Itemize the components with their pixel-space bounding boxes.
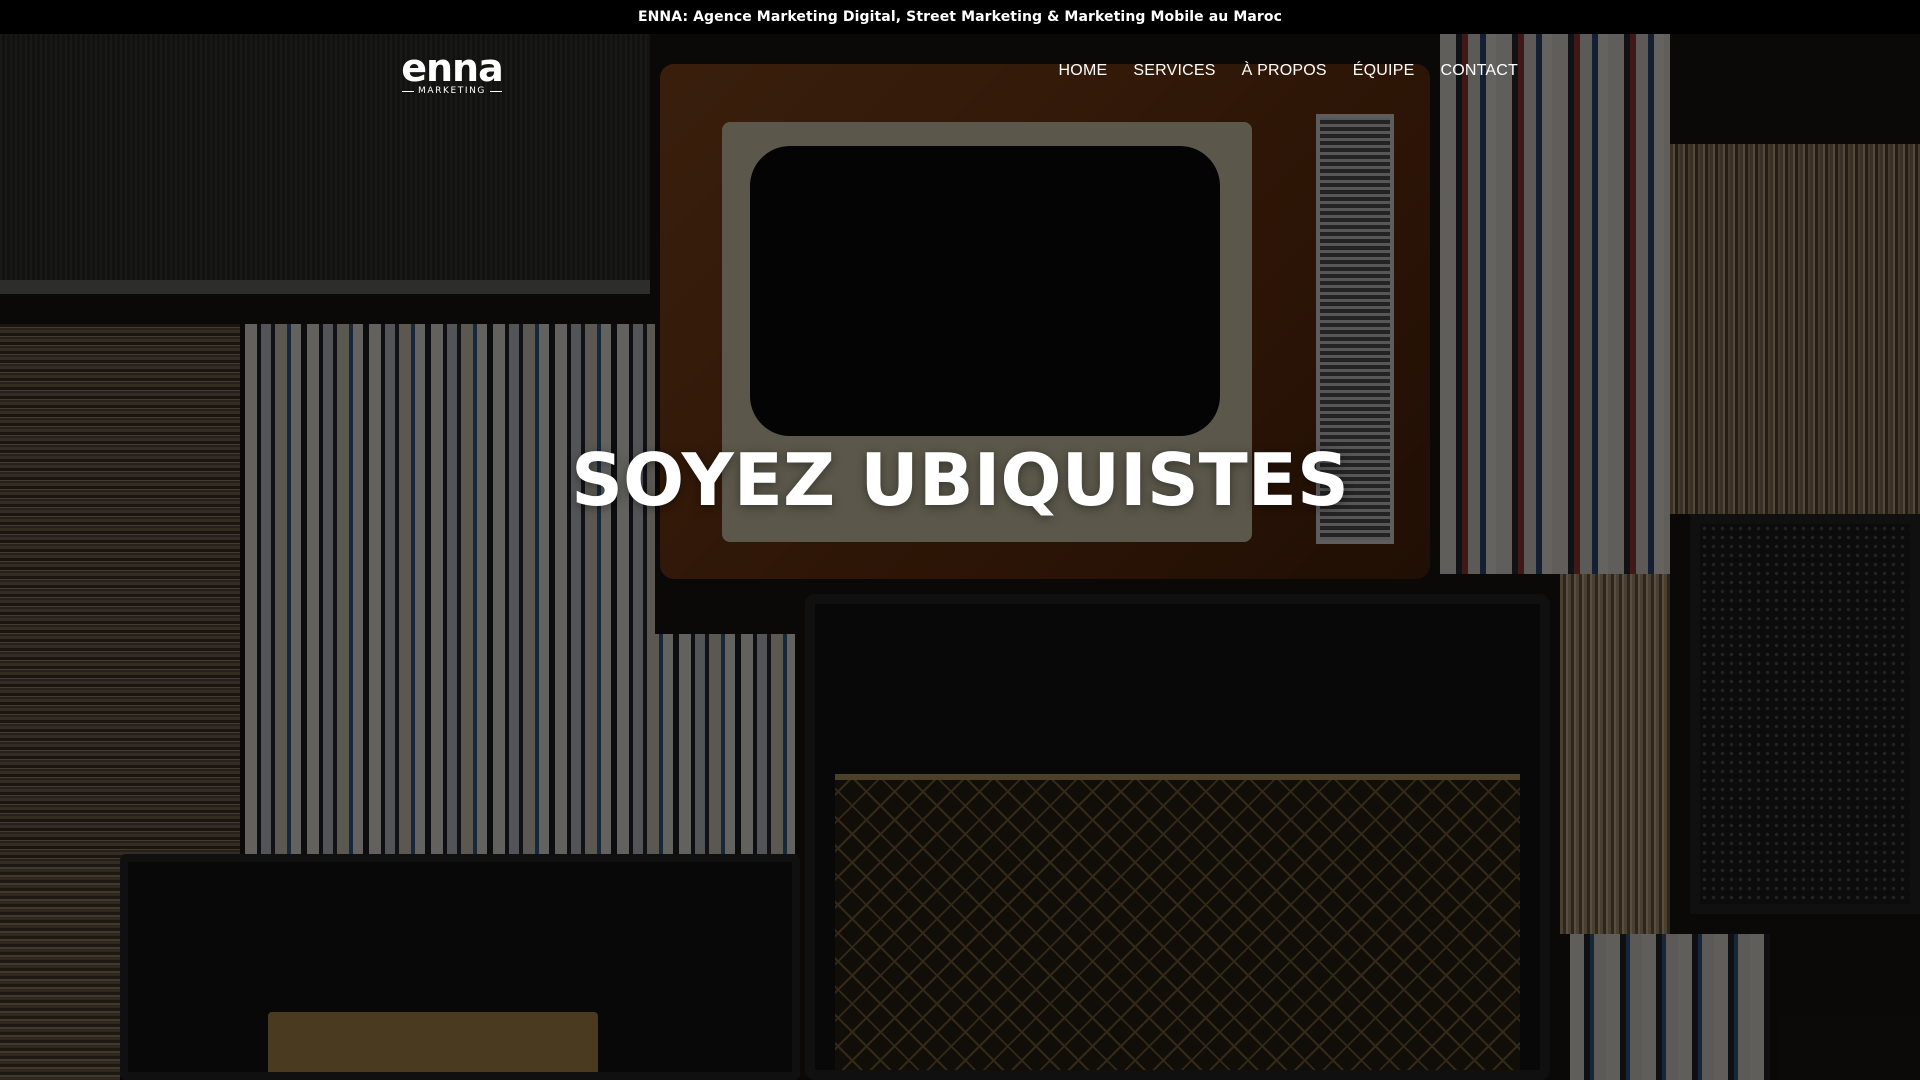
logo-wordmark: enna bbox=[401, 46, 504, 90]
nav-item-services[interactable]: SERVICES bbox=[1133, 62, 1215, 80]
site-header: enna MARKETING HOME SERVICES À PROPOS ÉQ… bbox=[0, 34, 1920, 114]
nav-item-a-propos[interactable]: À PROPOS bbox=[1242, 62, 1327, 80]
enna-logo[interactable]: enna MARKETING bbox=[390, 46, 514, 98]
top-announcement-bar: ENNA: Agence Marketing Digital, Street M… bbox=[0, 0, 1920, 34]
nav-item-equipe[interactable]: ÉQUIPE bbox=[1353, 62, 1415, 80]
hero-section bbox=[0, 34, 1920, 1080]
nav-item-contact[interactable]: CONTACT bbox=[1440, 62, 1518, 80]
hero-dark-overlay bbox=[0, 34, 1920, 1080]
main-nav: HOME SERVICES À PROPOS ÉQUIPE CONTACT bbox=[1059, 62, 1518, 80]
hero-title: SOYEZ UBIQUISTES bbox=[571, 438, 1349, 522]
top-announcement-text: ENNA: Agence Marketing Digital, Street M… bbox=[637, 9, 1283, 25]
logo-subtitle-text: MARKETING bbox=[417, 86, 487, 96]
nav-item-home[interactable]: HOME bbox=[1059, 62, 1108, 80]
logo-rule bbox=[401, 90, 414, 92]
logo-rule bbox=[490, 90, 503, 92]
